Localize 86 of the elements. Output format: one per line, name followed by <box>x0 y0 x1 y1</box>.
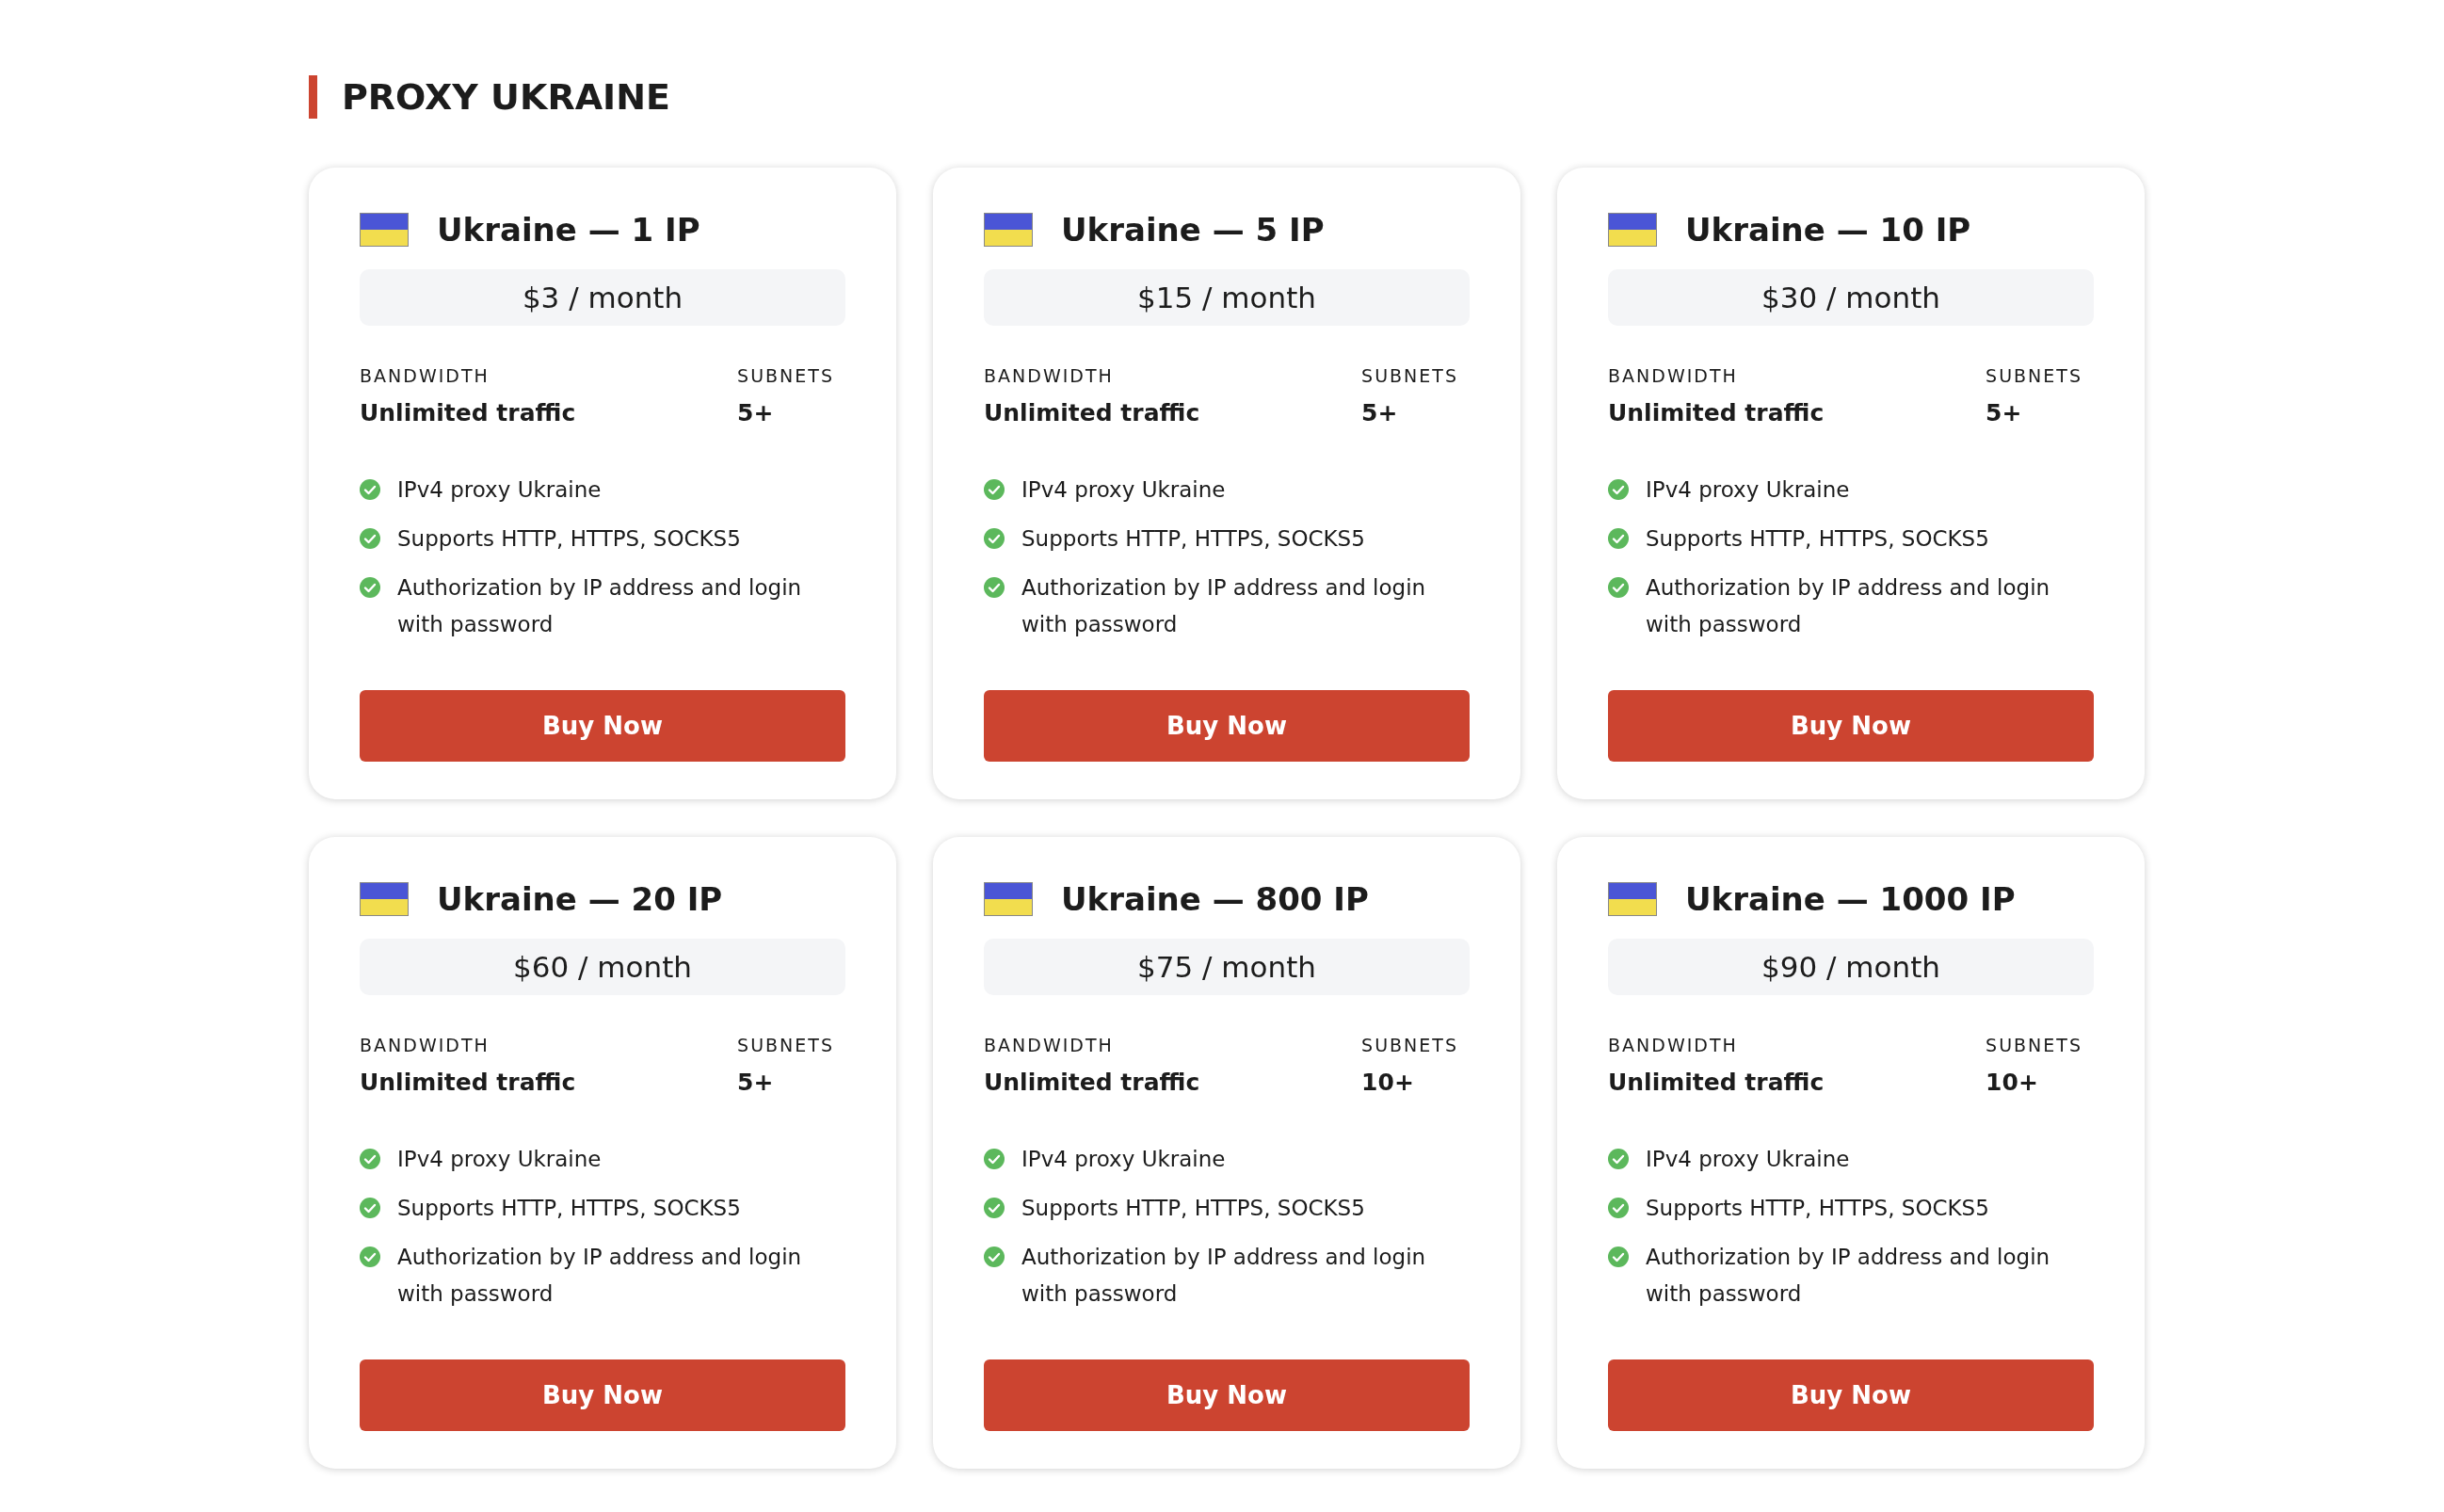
plan-title: Ukraine — 800 IP <box>1061 880 1369 918</box>
check-icon <box>360 1198 380 1218</box>
check-icon <box>984 528 1005 549</box>
subnets-label: SUBNETS <box>737 365 834 386</box>
feature-text: Authorization by IP address and login with password <box>1646 1244 2051 1308</box>
buy-now-button[interactable]: Buy Now <box>360 690 845 762</box>
plan-title: Ukraine — 1000 IP <box>1685 880 2016 918</box>
subnets-label: SUBNETS <box>737 1035 834 1055</box>
check-icon <box>984 1198 1005 1218</box>
price-label: $75 / month <box>984 939 1470 995</box>
bandwidth-value: Unlimited traffic <box>360 399 576 426</box>
bandwidth-label: BANDWIDTH <box>1608 1035 1739 1055</box>
check-icon <box>360 1149 380 1169</box>
check-icon <box>1608 528 1629 549</box>
check-icon <box>984 577 1005 598</box>
flag-icon <box>984 882 1033 916</box>
bandwidth-label: BANDWIDTH <box>984 1035 1115 1055</box>
check-icon <box>1608 1198 1629 1218</box>
check-icon <box>360 1247 380 1267</box>
check-icon <box>1608 479 1629 500</box>
feature-text: Supports HTTP, HTTPS, SOCKS5 <box>1646 1195 1989 1222</box>
feature-text: IPv4 proxy Ukraine <box>1646 476 1850 504</box>
price-label: $60 / month <box>360 939 845 995</box>
price-label: $30 / month <box>1608 269 2094 326</box>
bandwidth-label: BANDWIDTH <box>360 1035 490 1055</box>
bandwidth-label: BANDWIDTH <box>1608 365 1739 386</box>
bandwidth-value: Unlimited traffic <box>984 1069 1200 1096</box>
price-label: $90 / month <box>1608 939 2094 995</box>
flag-icon <box>1608 213 1657 247</box>
feature-text: Authorization by IP address and login with password <box>397 1244 803 1308</box>
bandwidth-value: Unlimited traffic <box>984 399 1200 426</box>
check-icon <box>984 1149 1005 1169</box>
feature-text: Authorization by IP address and login with password <box>397 574 803 638</box>
bandwidth-value: Unlimited traffic <box>360 1069 576 1096</box>
feature-text: IPv4 proxy Ukraine <box>1021 476 1226 504</box>
feature-text: Supports HTTP, HTTPS, SOCKS5 <box>397 1195 741 1222</box>
section-heading: PROXY UKRAINE <box>342 76 670 118</box>
plan-title: Ukraine — 20 IP <box>437 880 723 918</box>
flag-icon <box>360 213 409 247</box>
check-icon <box>1608 1149 1629 1169</box>
price-label: $3 / month <box>360 269 845 326</box>
feature-text: IPv4 proxy Ukraine <box>1646 1146 1850 1173</box>
subnets-value: 5+ <box>737 1069 775 1096</box>
flag-icon <box>360 882 409 916</box>
check-icon <box>984 479 1005 500</box>
flag-icon <box>1608 882 1657 916</box>
feature-text: Supports HTTP, HTTPS, SOCKS5 <box>1021 1195 1365 1222</box>
check-icon <box>1608 577 1629 598</box>
check-icon <box>360 577 380 598</box>
bandwidth-value: Unlimited traffic <box>1608 1069 1825 1096</box>
plan-title: Ukraine — 5 IP <box>1061 211 1325 249</box>
bandwidth-value: Unlimited traffic <box>1608 399 1825 426</box>
buy-now-button[interactable]: Buy Now <box>984 690 1470 762</box>
feature-text: Authorization by IP address and login with password <box>1021 1244 1427 1308</box>
bandwidth-label: BANDWIDTH <box>984 365 1115 386</box>
feature-text: IPv4 proxy Ukraine <box>397 476 602 504</box>
subnets-label: SUBNETS <box>1986 365 2082 386</box>
feature-text: Authorization by IP address and login with password <box>1646 574 2051 638</box>
price-label: $15 / month <box>984 269 1470 326</box>
buy-now-button[interactable]: Buy Now <box>1608 690 2094 762</box>
buy-now-button[interactable]: Buy Now <box>1608 1359 2094 1431</box>
accent-bar <box>309 75 317 119</box>
feature-text: Supports HTTP, HTTPS, SOCKS5 <box>1646 525 1989 553</box>
bandwidth-label: BANDWIDTH <box>360 365 490 386</box>
check-icon <box>360 479 380 500</box>
check-icon <box>1608 1247 1629 1267</box>
feature-text: Supports HTTP, HTTPS, SOCKS5 <box>397 525 741 553</box>
subnets-value: 10+ <box>1986 1069 2039 1096</box>
check-icon <box>984 1247 1005 1267</box>
plan-title: Ukraine — 10 IP <box>1685 211 1971 249</box>
subnets-value: 5+ <box>1361 399 1399 426</box>
subnets-value: 5+ <box>737 399 775 426</box>
feature-text: IPv4 proxy Ukraine <box>397 1146 602 1173</box>
subnets-label: SUBNETS <box>1986 1035 2082 1055</box>
subnets-value: 5+ <box>1986 399 2023 426</box>
subnets-label: SUBNETS <box>1361 1035 1458 1055</box>
buy-now-button[interactable]: Buy Now <box>984 1359 1470 1431</box>
feature-text: Authorization by IP address and login with password <box>1021 574 1427 638</box>
check-icon <box>360 528 380 549</box>
buy-now-button[interactable]: Buy Now <box>360 1359 845 1431</box>
feature-text: Supports HTTP, HTTPS, SOCKS5 <box>1021 525 1365 553</box>
subnets-label: SUBNETS <box>1361 365 1458 386</box>
subnets-value: 10+ <box>1361 1069 1415 1096</box>
flag-icon <box>984 213 1033 247</box>
plan-title: Ukraine — 1 IP <box>437 211 700 249</box>
feature-text: IPv4 proxy Ukraine <box>1021 1146 1226 1173</box>
